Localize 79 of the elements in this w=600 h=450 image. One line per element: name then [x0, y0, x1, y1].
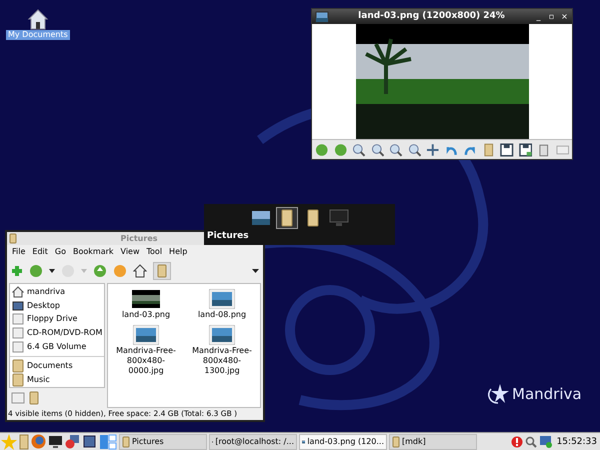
image-thumbnail [132, 290, 160, 308]
taskbar-button[interactable]: [mdk] [389, 434, 477, 450]
close-button[interactable]: × [560, 12, 569, 22]
zoom-out-icon[interactable] [352, 142, 366, 156]
sidebar-item[interactable]: Music [10, 372, 104, 387]
save-icon[interactable] [500, 142, 514, 156]
folder-icon [29, 391, 39, 405]
workspace-icon[interactable] [99, 434, 117, 450]
add-icon[interactable] [11, 265, 23, 277]
up-icon[interactable] [93, 264, 107, 278]
menu-item[interactable]: File [12, 246, 26, 258]
caret-icon[interactable] [49, 269, 55, 273]
monitor-icon [328, 208, 348, 228]
zoom-in-icon[interactable] [370, 142, 384, 156]
fullscreen-icon[interactable] [426, 142, 440, 156]
desktop-icon [12, 300, 24, 312]
sidebar-item[interactable]: Documents [10, 358, 104, 373]
menu-item[interactable]: Tool [146, 246, 162, 258]
zoom-fit-icon[interactable] [389, 142, 402, 156]
folder-icon [122, 436, 130, 448]
menu-item[interactable]: View [120, 246, 140, 258]
switcher-label: Pictures [206, 230, 250, 242]
window-title: land-03.png (1200x800) 24% [357, 10, 506, 23]
sidebar-item[interactable]: mandriva [10, 285, 104, 299]
browser-icon[interactable] [31, 434, 46, 449]
drive-icon [12, 341, 24, 354]
image-entry[interactable]: land-08.png [184, 288, 260, 320]
star-icon [486, 383, 510, 405]
home-icon [26, 8, 49, 30]
image-thumbnail [209, 325, 235, 345]
sidebar-item[interactable]: CD-ROM/DVD-ROM [10, 326, 104, 340]
menu-item[interactable]: Go [54, 246, 66, 258]
menu-item[interactable]: Help [169, 246, 188, 258]
taskbar-button[interactable]: [root@localhost: /... [209, 434, 297, 450]
switcher-item[interactable] [276, 207, 298, 229]
image-thumbnail [209, 289, 235, 309]
sidebar-item[interactable]: 6.4 GB Volume [10, 340, 104, 354]
search-icon[interactable] [524, 436, 537, 448]
image-entry[interactable]: Mandriva-Free-800x480-0000.jpg [108, 324, 184, 376]
desktop-icon[interactable] [82, 434, 97, 449]
sidebar-item[interactable]: Desktop [10, 298, 104, 313]
alert-icon[interactable] [510, 436, 523, 448]
zoom-original-icon[interactable] [408, 142, 421, 156]
trash-icon[interactable] [537, 142, 550, 156]
places-button[interactable] [153, 262, 171, 280]
maximize-button[interactable]: ▫ [547, 12, 556, 22]
home-icon[interactable] [133, 264, 147, 278]
taskbar-button[interactable]: Pictures [119, 434, 207, 450]
folder-icon [9, 233, 17, 244]
folder-icon [157, 264, 167, 278]
drive-icon [12, 327, 24, 340]
folder-icon [12, 358, 24, 373]
folder-icon [280, 209, 292, 227]
minimize-button[interactable]: _ [534, 12, 543, 22]
switcher-item[interactable] [328, 207, 350, 229]
image-entry[interactable]: land-03.png [108, 288, 184, 320]
folder-icon [392, 436, 400, 448]
window-title: Pictures [120, 233, 158, 245]
caret-icon[interactable] [252, 269, 259, 273]
monitor-icon[interactable] [48, 434, 63, 449]
logo-text: Mandriva [512, 385, 582, 403]
taskbar-button[interactable]: land-03.png (120... [299, 434, 387, 450]
folder-icon [12, 372, 24, 387]
sidebar-item[interactable]: Floppy Drive [10, 312, 104, 326]
folder-icon [306, 209, 318, 227]
save-as-icon[interactable] [518, 142, 532, 156]
network-icon[interactable] [538, 435, 553, 448]
star-icon[interactable] [1, 434, 17, 450]
folder-icon[interactable] [19, 434, 29, 450]
image-thumbnail [133, 325, 159, 345]
image-entry[interactable]: Mandriva-Free-800x480-1300.jpg [184, 324, 260, 376]
menu-item[interactable]: Edit [32, 246, 48, 258]
drive-icon [12, 313, 24, 326]
menu-item[interactable]: Bookmark [72, 246, 114, 258]
clock: 15:52:33 [556, 436, 598, 448]
folder-icon[interactable] [482, 142, 495, 156]
drive-icon[interactable] [11, 391, 25, 405]
home-icon [12, 286, 24, 298]
network-icon[interactable] [65, 434, 80, 449]
